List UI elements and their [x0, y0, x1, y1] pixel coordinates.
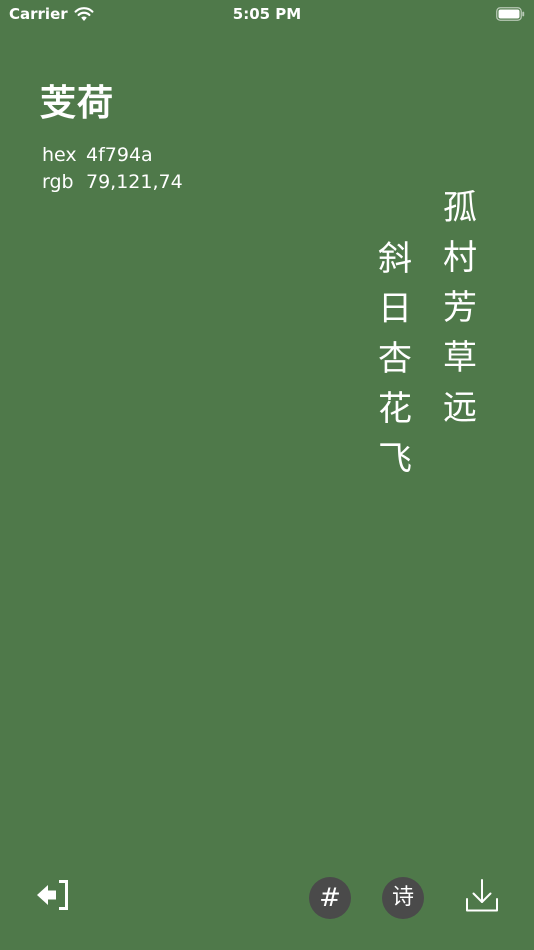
download-icon: [464, 877, 500, 919]
color-name: 芰荷: [40, 83, 115, 124]
exit-button[interactable]: [33, 878, 73, 916]
poem-label: 诗: [391, 885, 414, 910]
status-bar: Carrier 5:05 PM: [0, 0, 534, 30]
hex-row: hex 4f794a: [42, 143, 153, 167]
poem-character: 杏: [378, 339, 412, 379]
poem-character: 斜: [378, 239, 412, 279]
rgb-row: rgb 79,121,74: [42, 170, 183, 194]
poem-button[interactable]: 诗: [382, 877, 424, 919]
poem-character: 芳: [443, 288, 477, 328]
poem-column-1: 孤 村 芳 草 远: [440, 183, 480, 433]
hex-value: 4f794a: [86, 144, 153, 166]
poem-character: 飞: [378, 439, 412, 479]
rgb-value: 79,121,74: [86, 171, 183, 193]
hash-label: #: [319, 883, 341, 913]
poem-column-2: 斜 日 杏 花 飞: [375, 234, 415, 484]
hex-code-button[interactable]: #: [309, 877, 351, 919]
rgb-label: rgb: [42, 171, 74, 193]
exit-icon: [35, 878, 71, 916]
poem-character: 村: [443, 238, 477, 278]
download-button[interactable]: [461, 876, 503, 920]
poem-character: 孤: [443, 188, 477, 228]
poem-character: 草: [443, 338, 477, 378]
status-time: 5:05 PM: [232, 5, 302, 23]
battery-icon: [496, 6, 525, 21]
hex-label: hex: [42, 144, 77, 166]
poem-character: 远: [443, 388, 477, 428]
poem-character: 日: [378, 289, 412, 329]
color-detail-screen: Carrier 5:05 PM 芰荷 hex 4f794a rgb 79,121: [0, 0, 534, 950]
poem-character: 花: [378, 389, 412, 429]
